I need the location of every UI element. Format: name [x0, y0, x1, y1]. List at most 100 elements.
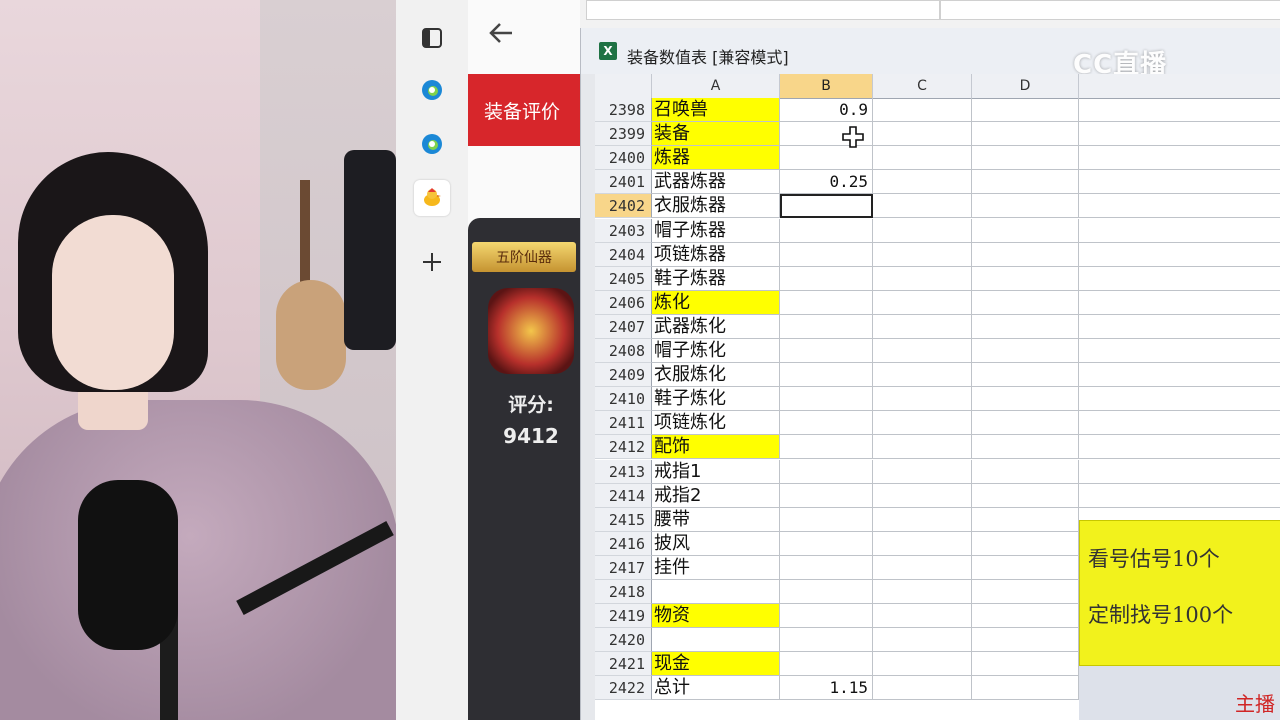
cell-a[interactable]: 物资	[652, 604, 780, 629]
cell-a[interactable]: 帽子炼化	[652, 339, 780, 363]
formula-bar[interactable]	[940, 0, 1280, 20]
row-header[interactable]: 2399	[595, 122, 652, 147]
cell-c[interactable]	[873, 555, 972, 580]
cell-d[interactable]	[972, 628, 1079, 653]
row-header[interactable]: 2419	[595, 604, 652, 629]
cell-a[interactable]: 炼器	[652, 146, 780, 171]
cell-b[interactable]	[780, 387, 873, 412]
cell-b[interactable]	[780, 580, 873, 604]
cell-c[interactable]	[873, 459, 972, 484]
column-header-a[interactable]: A	[652, 74, 780, 98]
cell-d[interactable]	[972, 459, 1079, 484]
row-header[interactable]: 2400	[595, 146, 652, 171]
cell-e[interactable]	[1079, 484, 1280, 508]
row-header[interactable]: 2418	[595, 580, 652, 604]
cell-b[interactable]	[780, 290, 873, 315]
cell-d[interactable]	[972, 507, 1079, 532]
cell-b[interactable]: 1.15	[780, 676, 873, 701]
row-header[interactable]: 2421	[595, 652, 652, 677]
cell-b[interactable]	[780, 194, 873, 219]
row-header[interactable]: 2416	[595, 531, 652, 556]
cell-d[interactable]	[972, 483, 1079, 508]
cell-e[interactable]	[1079, 98, 1280, 122]
cell-a[interactable]: 披风	[652, 531, 780, 556]
row-header[interactable]: 2408	[595, 339, 652, 363]
cell-b[interactable]	[780, 339, 873, 363]
cell-c[interactable]	[873, 122, 972, 147]
cell-d[interactable]	[972, 580, 1079, 604]
cell-d[interactable]	[972, 339, 1079, 363]
column-header-c[interactable]: C	[873, 74, 972, 98]
cell-e[interactable]	[1079, 339, 1280, 363]
cell-d[interactable]	[972, 604, 1079, 629]
edge-icon[interactable]	[414, 126, 450, 162]
cell-a[interactable]: 武器炼化	[652, 314, 780, 339]
cell-a[interactable]: 项链炼化	[652, 411, 780, 436]
cell-e[interactable]	[1079, 170, 1280, 195]
cell-b[interactable]	[780, 242, 873, 267]
cell-d[interactable]	[972, 387, 1079, 412]
cell-b[interactable]	[780, 604, 873, 629]
cell-d[interactable]	[972, 146, 1079, 171]
cell-e[interactable]	[1079, 315, 1280, 339]
cell-c[interactable]	[873, 531, 972, 556]
row-header[interactable]: 2401	[595, 170, 652, 195]
cell-b[interactable]: 0.25	[780, 170, 873, 195]
cell-c[interactable]	[873, 98, 972, 122]
row-header[interactable]: 2420	[595, 628, 652, 653]
cell-b[interactable]	[780, 531, 873, 556]
row-header[interactable]: 2404	[595, 242, 652, 267]
cell-a[interactable]: 戒指1	[652, 459, 780, 484]
cell-d[interactable]	[972, 531, 1079, 556]
cell-c[interactable]	[873, 170, 972, 195]
cell-d[interactable]	[972, 314, 1079, 339]
cell-e[interactable]	[1079, 219, 1280, 243]
cell-c[interactable]	[873, 314, 972, 339]
column-header-b[interactable]: B	[780, 74, 873, 98]
cell-b[interactable]	[780, 363, 873, 388]
cell-d[interactable]	[972, 194, 1079, 219]
cell-a[interactable]: 配饰	[652, 435, 780, 460]
cell-d[interactable]	[972, 290, 1079, 315]
cell-c[interactable]	[873, 604, 972, 629]
cell-a[interactable]: 鞋子炼化	[652, 387, 780, 412]
cell-d[interactable]	[972, 363, 1079, 388]
cell-e[interactable]	[1079, 387, 1280, 412]
cell-e[interactable]	[1079, 194, 1280, 219]
cell-c[interactable]	[873, 290, 972, 315]
cell-d[interactable]	[972, 676, 1079, 701]
cell-b[interactable]: 0.9	[780, 98, 873, 122]
cell-c[interactable]	[873, 339, 972, 363]
row-header[interactable]: 2406	[595, 290, 652, 315]
name-box[interactable]	[586, 0, 940, 20]
cell-c[interactable]	[873, 652, 972, 677]
cell-e[interactable]	[1079, 146, 1280, 171]
column-header-e[interactable]	[1079, 74, 1280, 98]
row-header[interactable]: 2422	[595, 676, 652, 701]
cell-a[interactable]	[652, 628, 780, 653]
cell-b[interactable]	[780, 411, 873, 436]
cell-e[interactable]	[1079, 243, 1280, 267]
row-header[interactable]: 2417	[595, 555, 652, 580]
cell-b[interactable]	[780, 483, 873, 508]
cell-a[interactable]: 腰带	[652, 507, 780, 532]
tab-icon[interactable]	[414, 20, 450, 56]
cell-b[interactable]	[780, 555, 873, 580]
cell-c[interactable]	[873, 194, 972, 219]
cell-b[interactable]	[780, 628, 873, 653]
cell-e[interactable]	[1079, 122, 1280, 147]
cell-c[interactable]	[873, 387, 972, 412]
cell-a[interactable]	[652, 580, 780, 604]
cell-a[interactable]: 帽子炼器	[652, 218, 780, 243]
cell-d[interactable]	[972, 555, 1079, 580]
cell-c[interactable]	[873, 242, 972, 267]
row-header[interactable]: 2407	[595, 314, 652, 339]
cell-a[interactable]: 总计	[652, 676, 780, 701]
cell-d[interactable]	[972, 266, 1079, 291]
cell-c[interactable]	[873, 580, 972, 604]
cell-a[interactable]: 衣服炼化	[652, 363, 780, 388]
row-header[interactable]: 2409	[595, 363, 652, 388]
back-arrow-icon[interactable]	[486, 18, 516, 56]
cell-a[interactable]: 戒指2	[652, 483, 780, 508]
cell-c[interactable]	[873, 411, 972, 436]
